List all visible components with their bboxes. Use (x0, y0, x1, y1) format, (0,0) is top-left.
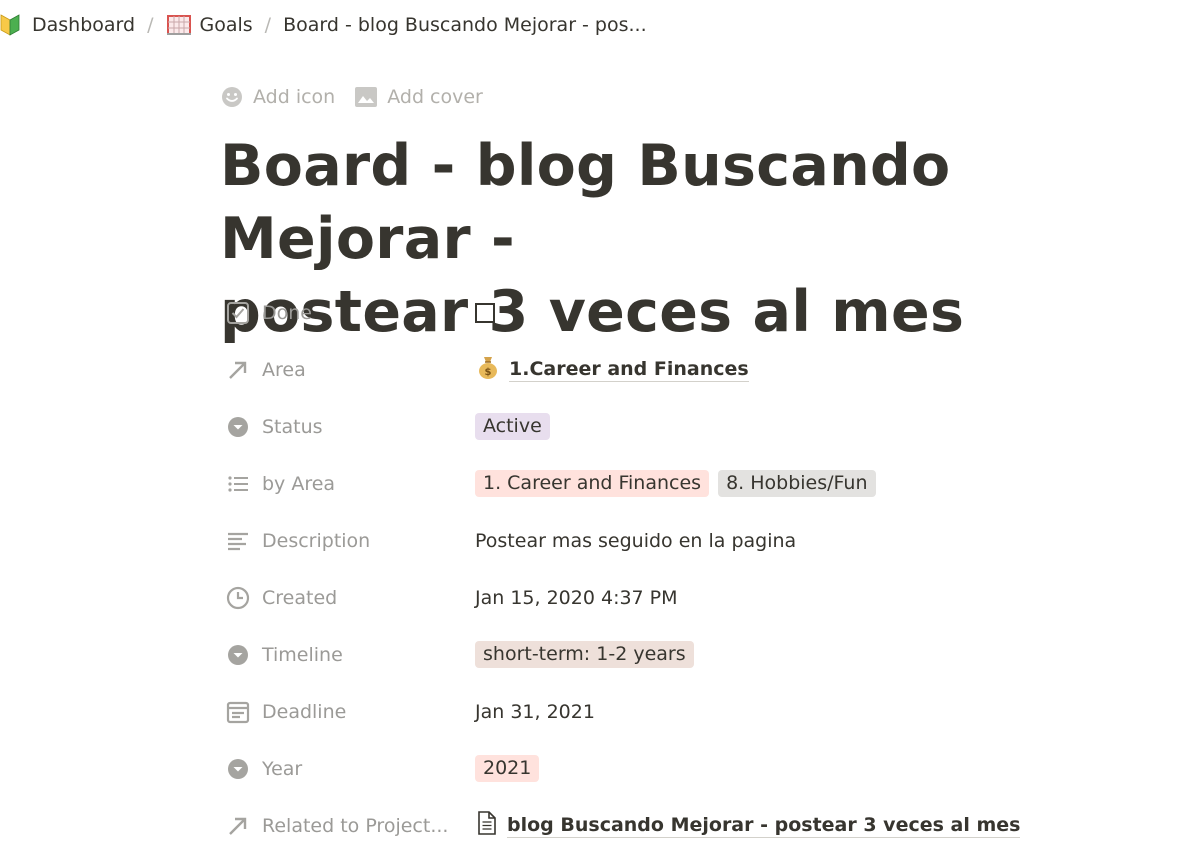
property-row-done: Done (220, 284, 1160, 341)
breadcrumb: Dashboard / Goals / Board - blog Buscand… (0, 8, 647, 42)
relation-arrow-icon (225, 813, 251, 839)
created-date: Jan 15, 2020 4:37 PM (475, 586, 678, 609)
related-project-label: blog Buscando Mejorar - postear 3 veces … (507, 814, 1021, 838)
by-area-tag[interactable]: 1. Career and Finances (475, 470, 710, 497)
property-label: Created (262, 586, 338, 609)
done-checkbox[interactable] (475, 302, 495, 323)
deadline-date: Jan 31, 2021 (475, 700, 595, 723)
year-tag[interactable]: 2021 (475, 755, 540, 782)
property-label: Description (262, 529, 371, 552)
property-name-timeline[interactable]: Timeline (220, 642, 475, 668)
area-relation-label: 1.Career and Finances (509, 358, 749, 382)
image-icon (355, 87, 378, 107)
property-row-related: Related to Project... blog Buscando Mejo… (220, 797, 1160, 854)
checkbox-property-icon (225, 300, 251, 326)
page-icon (475, 810, 499, 841)
add-icon-label: Add icon (253, 86, 336, 108)
goal-net-icon (166, 13, 191, 37)
property-row-created: Created Jan 15, 2020 4:37 PM (220, 569, 1160, 626)
property-name-year[interactable]: Year (220, 756, 475, 782)
property-label: Done (262, 301, 312, 324)
property-label: Deadline (262, 700, 347, 723)
property-name-related[interactable]: Related to Project... (220, 813, 475, 839)
property-label: by Area (262, 472, 336, 495)
property-label: Status (262, 415, 323, 438)
breadcrumb-item-current-page[interactable]: Board - blog Buscando Mejorar - pos... (283, 14, 647, 36)
breadcrumb-item-goals[interactable]: Goals (166, 13, 253, 37)
property-value-description[interactable]: Postear mas seguido en la pagina (475, 530, 796, 552)
properties-list: Done Area $ 1.Career and Finances Status… (220, 284, 1160, 854)
smiley-icon (222, 87, 242, 107)
beginner-badge-icon (0, 13, 22, 37)
property-label: Timeline (262, 643, 343, 666)
property-value-related: blog Buscando Mejorar - postear 3 veces … (475, 810, 1021, 841)
clock-icon (225, 585, 251, 611)
property-value-created: Jan 15, 2020 4:37 PM (475, 587, 678, 609)
property-label: Related to Project... (262, 814, 449, 837)
property-value-status: Active (475, 413, 550, 440)
calendar-icon (225, 699, 251, 725)
breadcrumb-label: Dashboard (32, 14, 136, 36)
property-label: Year (262, 757, 303, 780)
relation-arrow-icon (225, 357, 251, 383)
property-value-by-area: 1. Career and Finances 8. Hobbies/Fun (475, 470, 876, 497)
property-label: Area (262, 358, 306, 381)
property-value-area: $ 1.Career and Finances (475, 354, 749, 385)
property-row-status: Status Active (220, 398, 1160, 455)
multi-select-list-icon (225, 471, 251, 497)
property-row-area: Area $ 1.Career and Finances (220, 341, 1160, 398)
property-name-area[interactable]: Area (220, 357, 475, 383)
area-relation-link[interactable]: $ 1.Career and Finances (475, 354, 749, 385)
add-cover-label: Add cover (387, 86, 483, 108)
page-title-line1: Board - blog Buscando Mejorar - (220, 133, 951, 272)
property-row-timeline: Timeline short-term: 1-2 years (220, 626, 1160, 683)
property-row-deadline: Deadline Jan 31, 2021 (220, 683, 1160, 740)
add-cover-button[interactable]: Add cover (355, 86, 483, 108)
timeline-tag[interactable]: short-term: 1-2 years (475, 641, 694, 668)
property-value-deadline[interactable]: Jan 31, 2021 (475, 701, 595, 723)
property-name-done[interactable]: Done (220, 300, 475, 326)
breadcrumb-label: Goals (199, 14, 253, 36)
property-name-deadline[interactable]: Deadline (220, 699, 475, 725)
status-tag[interactable]: Active (475, 413, 550, 440)
add-icon-button[interactable]: Add icon (221, 86, 335, 108)
related-project-link[interactable]: blog Buscando Mejorar - postear 3 veces … (475, 810, 1021, 841)
svg-text:$: $ (485, 367, 492, 378)
page-actions: Add icon Add cover (221, 86, 483, 108)
money-bag-icon: $ (475, 354, 501, 385)
property-name-description[interactable]: Description (220, 528, 475, 554)
select-property-icon (225, 414, 251, 440)
property-name-created[interactable]: Created (220, 585, 475, 611)
text-property-icon (225, 528, 251, 554)
property-name-by-area[interactable]: by Area (220, 471, 475, 497)
breadcrumb-item-dashboard[interactable]: Dashboard (0, 13, 135, 37)
breadcrumb-label: Board - blog Buscando Mejorar - pos... (283, 14, 647, 36)
by-area-tag[interactable]: 8. Hobbies/Fun (718, 470, 876, 497)
breadcrumb-separator: / (264, 14, 272, 36)
property-name-status[interactable]: Status (220, 414, 475, 440)
property-row-year: Year 2021 (220, 740, 1160, 797)
description-text: Postear mas seguido en la pagina (475, 529, 797, 552)
select-property-icon (225, 642, 251, 668)
breadcrumb-separator: / (147, 14, 154, 36)
property-row-description: Description Postear mas seguido en la pa… (220, 512, 1160, 569)
select-property-icon (225, 756, 251, 782)
property-row-by-area: by Area 1. Career and Finances 8. Hobbie… (220, 455, 1160, 512)
property-value-done (475, 302, 495, 323)
property-value-year: 2021 (475, 755, 540, 782)
property-value-timeline: short-term: 1-2 years (475, 641, 694, 668)
